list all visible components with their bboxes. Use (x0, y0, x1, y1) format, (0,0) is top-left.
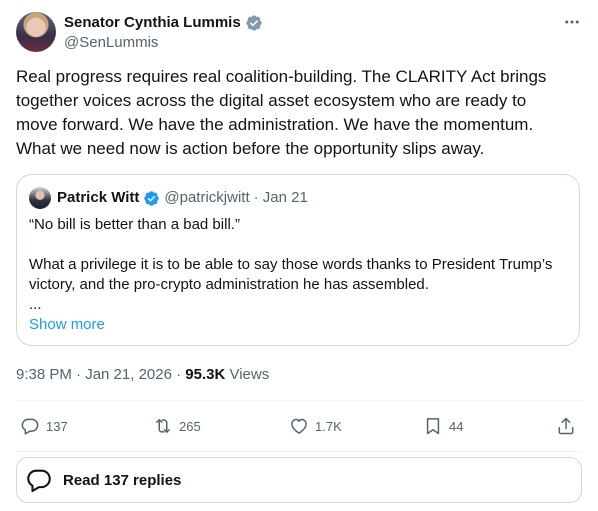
tweet-text: Real progress requires real coalition-bu… (16, 67, 547, 158)
read-replies-button[interactable]: Read 137 replies (16, 457, 582, 503)
author-handle[interactable]: @SenLummis (64, 33, 158, 53)
more-icon (565, 20, 579, 24)
quote-date[interactable]: · Jan 21 (254, 188, 308, 208)
like-button[interactable]: 1.7K (289, 411, 342, 441)
reply-icon (21, 418, 39, 435)
reply-count: 137 (46, 418, 68, 434)
share-button[interactable] (556, 411, 576, 441)
quote-author-name[interactable]: Patrick Witt (57, 188, 139, 208)
action-bar: 137 265 1.7K 44 (16, 411, 582, 441)
replies-icon (27, 469, 51, 493)
more-options-button[interactable] (562, 12, 582, 32)
like-count: 1.7K (315, 418, 342, 434)
verified-gray-icon (246, 15, 262, 31)
verified-blue-icon (144, 190, 160, 206)
share-icon (558, 417, 574, 435)
quote-avatar[interactable] (29, 187, 51, 209)
repost-button[interactable]: 265 (153, 411, 201, 441)
read-replies-label[interactable]: Read 137 replies (63, 472, 181, 489)
divider-bottom (16, 451, 582, 452)
views-count: 95.3K (185, 366, 226, 383)
repost-icon (156, 419, 170, 433)
author-avatar[interactable] (16, 12, 56, 52)
author-name[interactable]: Senator Cynthia Lummis (64, 13, 263, 33)
bookmark-button[interactable]: 44 (423, 411, 463, 441)
bookmark-count: 44 (449, 418, 464, 434)
quote-text: “No bill is better than a bad bill.” Wha… (29, 216, 553, 313)
tweet-timestamp[interactable]: 9:38 PM · Jan 21, 2026 · (16, 366, 185, 383)
quote-author-handle[interactable]: @patrickjwitt (164, 188, 249, 208)
like-icon (291, 418, 307, 434)
quote-header: Patrick Witt @patrickjwitt · Jan 21 (57, 188, 308, 208)
views-label: Views (225, 366, 270, 383)
reply-button[interactable]: 137 (20, 411, 68, 441)
author-name-text[interactable]: Senator Cynthia Lummis (64, 13, 241, 33)
quoted-tweet[interactable]: Patrick Witt @patrickjwitt · Jan 21 “No … (16, 174, 580, 346)
divider-top (16, 400, 582, 401)
tweet-meta: 9:38 PM · Jan 21, 2026 · 95.3K Views (16, 365, 269, 385)
show-more-link[interactable]: Show more (29, 315, 105, 335)
bookmark-icon (426, 418, 440, 435)
repost-count: 265 (179, 418, 201, 434)
